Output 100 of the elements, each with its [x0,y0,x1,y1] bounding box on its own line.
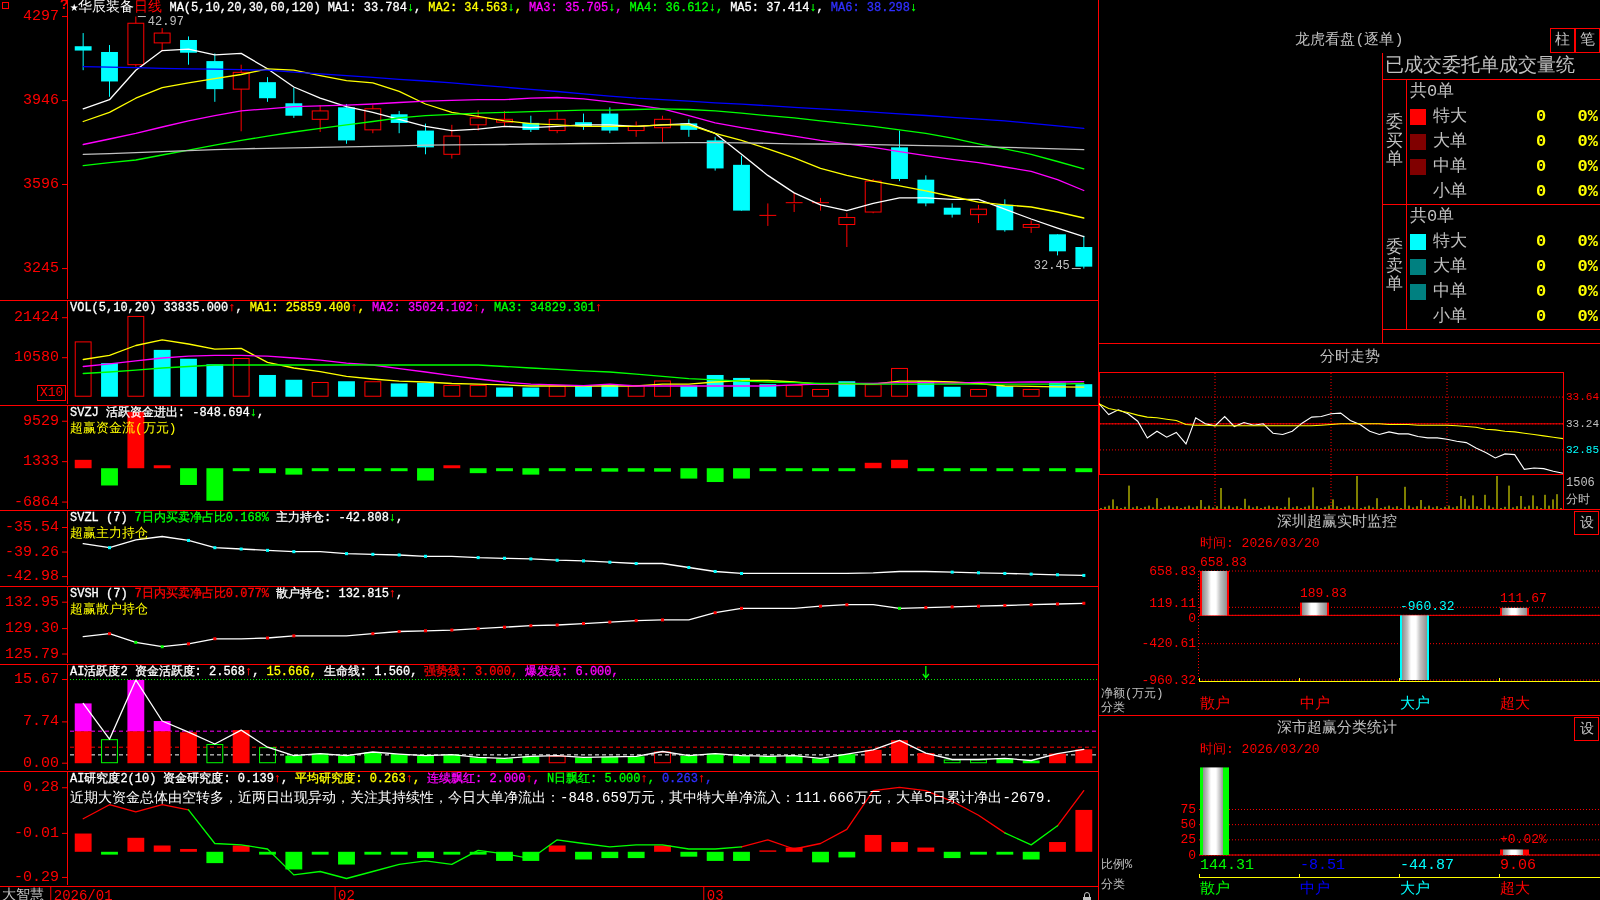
fund-flow-bar [970,468,987,472]
price-callout: 42.97 [137,14,184,29]
point-marker [1029,603,1033,607]
volume-axis-label: 分时 [1566,493,1590,507]
indicator-label: MA6: 38.298↓ [830,1,918,15]
research-bar [548,845,566,852]
indicator-label: 主力持仓: -42.808↓, [276,511,404,525]
indicator-label: MA4: 36.612↓, [629,1,724,15]
research-bar [785,847,803,852]
order-share: 0% [1577,156,1598,177]
research-bar [127,837,145,852]
order-count: 0 [1535,181,1547,202]
indicator-label: SVZL (7) [70,511,128,525]
indicator-label: MA2: 35024.102↑, [371,301,488,315]
date-label: 02 [338,888,355,900]
fund-flow-bar [338,468,355,472]
indicator-label: MA1: 33.784↓, [327,1,422,15]
fund-flow-bar [864,462,882,469]
point-marker [661,618,664,622]
point-marker [371,552,375,556]
research-bar [180,848,197,852]
axis-tick-label: 50 [1180,817,1196,833]
point-marker [1056,602,1059,606]
view-toggle-button[interactable]: 笔 [1575,28,1600,53]
value-label: -960.32 [1400,598,1455,614]
order-size-label: 特大 [1433,106,1467,127]
indicator-label: N日飘红: 5.000↑, [546,772,655,786]
candlestick [153,27,171,52]
date-label: 2026/01 [53,888,113,900]
axis-tick-label: 33.64 [1566,391,1599,404]
point-marker [555,623,559,627]
order-share: 0% [1577,281,1598,302]
axis-tick-label: 0 [1188,611,1196,627]
fund-flow-bar [575,468,592,472]
axis-tick-label: 25 [1180,832,1196,848]
category-label: 散户 [1200,880,1230,898]
indicator-label: AI研究度2(10) [70,772,157,786]
candlestick [522,115,540,133]
point-marker [134,640,138,644]
candlestick [654,115,671,143]
chart-bar [1300,602,1329,616]
point-marker [1056,573,1059,577]
indicator-label: MA(5,10,20,30,60,120) [169,1,321,15]
research-bar [522,851,540,861]
settings-button[interactable]: 设 [1574,511,1599,535]
candlestick [390,110,408,134]
point-marker [582,622,585,626]
date-label: 03 [706,888,724,900]
category-label: 大户 [1400,880,1430,898]
research-bar [1022,851,1040,860]
category-label: 超大 [1500,695,1530,713]
candlestick [338,103,355,145]
fund-flow-bar [1075,468,1093,473]
settings-button[interactable]: 设 [1574,717,1599,741]
axis-tick-label: 119.11 [1149,596,1196,612]
indicator-label: MA3: 34829.301↑ [494,301,603,315]
research-bar [417,851,434,859]
axis-tick-label: -42.98 [5,568,59,585]
scale-multiplier-label: X10 [37,385,67,401]
point-marker [424,629,427,633]
panel-title: 深圳超赢实时监控 [1276,513,1397,532]
candlestick [680,118,698,138]
research-bar [627,851,645,859]
research-bar [285,851,303,870]
view-toggle-button[interactable]: 柱 [1550,28,1575,53]
research-bar [338,851,355,865]
help-button[interactable]: ? [60,0,69,12]
point-marker [266,636,269,640]
axis-tick-label: 33.24 [1566,417,1599,430]
fund-flow-bar [706,468,724,483]
fund-flow-bar [469,468,487,474]
candlestick [74,32,92,71]
fund-flow-bar [153,465,171,469]
annotation: 42.97 [147,14,184,29]
research-bar [601,851,619,859]
axis-tick-label: -35.54 [5,519,59,536]
research-bar [575,851,592,860]
order-size-label: 中单 [1433,281,1467,302]
point-marker [266,548,269,552]
axis-tick-label: 15.67 [14,671,59,689]
panel-title: 分时走势 [1319,349,1380,367]
candlestick [496,110,513,127]
axis-tick-label: -6864 [14,493,59,509]
candlestick [206,52,224,103]
value-label: 658.83 [1200,554,1247,570]
square-icon[interactable] [2,2,9,9]
order-share: 0% [1577,106,1598,127]
point-marker [1003,603,1007,607]
axis-tick-label: -0.29 [14,868,59,886]
fund-flow-bar [996,468,1014,472]
point-marker [424,554,427,558]
point-marker [819,604,822,608]
axis-tick-label: 129.30 [5,620,59,638]
candlestick [970,204,987,224]
lock-icon[interactable] [1082,892,1092,900]
point-marker [476,627,480,631]
fund-flow-bar [522,468,540,475]
activity-bar [74,703,92,732]
research-bar [443,851,461,855]
point-marker [1029,572,1033,576]
